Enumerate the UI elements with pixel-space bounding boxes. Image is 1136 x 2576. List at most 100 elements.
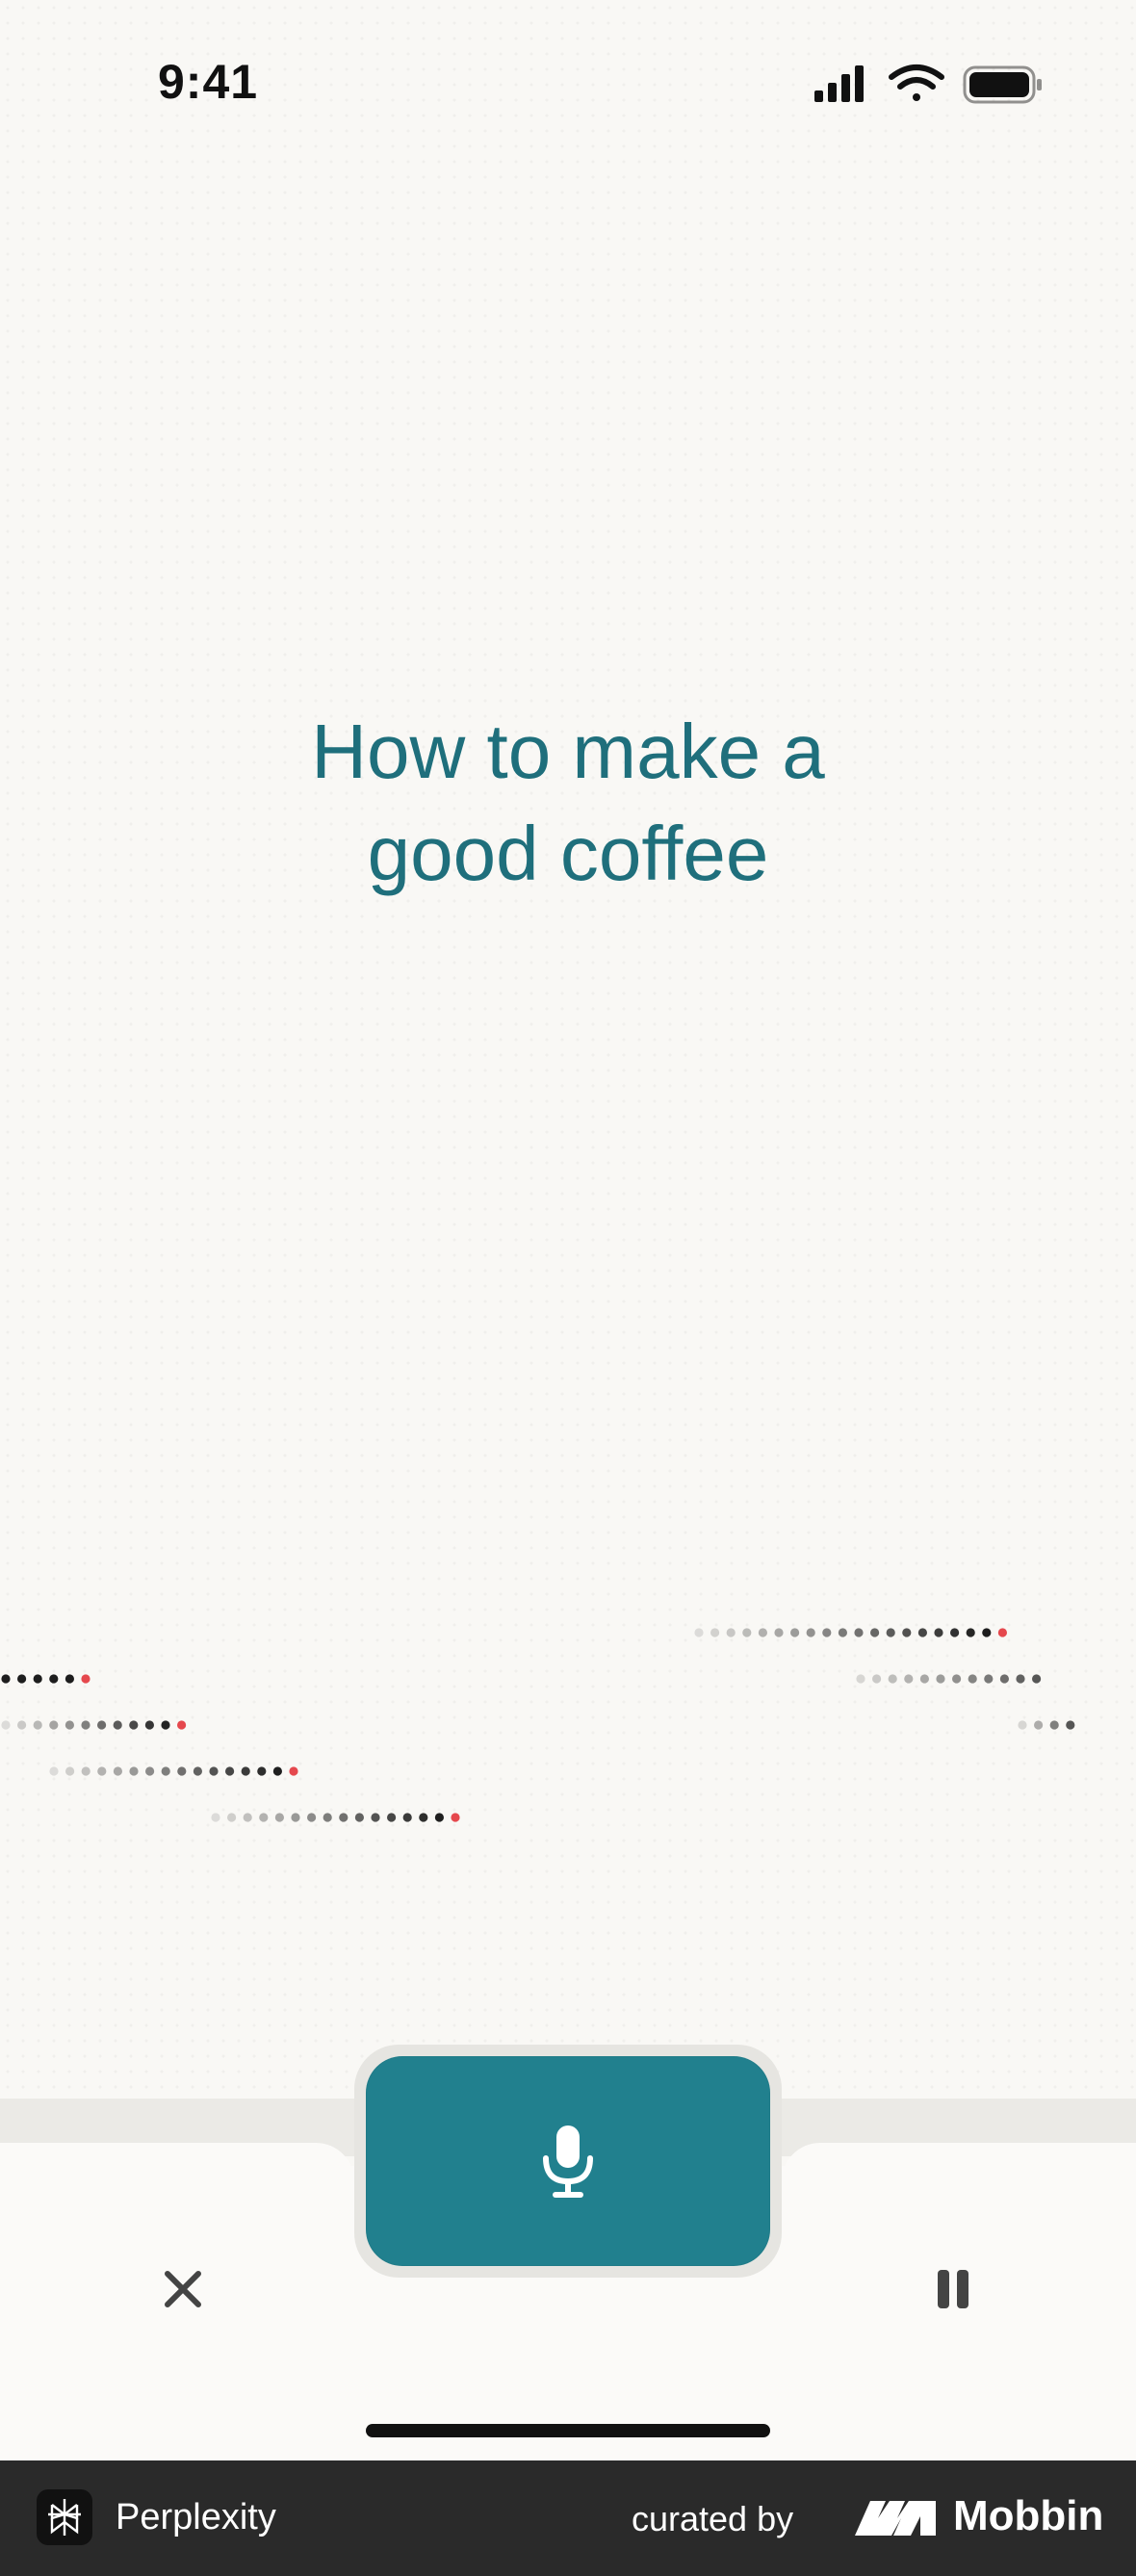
battery-icon (963, 65, 1042, 104)
waveform-dot (177, 1766, 187, 1776)
waveform-dot (65, 1720, 74, 1730)
waveform-dot (323, 1813, 332, 1822)
waveform-dot (886, 1628, 895, 1637)
waveform-dot (870, 1628, 880, 1637)
mobbin-logo-icon (855, 2501, 936, 2536)
waveform-dot (97, 1766, 107, 1776)
microphone-icon (543, 2125, 593, 2198)
waveform-dot (65, 1766, 75, 1776)
query-line-1: How to make a (311, 708, 825, 794)
waveform-dot (854, 1628, 864, 1637)
waveform-dot (919, 1674, 930, 1684)
waveform-dot (161, 1766, 170, 1776)
waveform-dot (872, 1674, 882, 1684)
waveform-dot (984, 1674, 994, 1684)
waveform-highlight-dot (997, 1628, 1007, 1637)
waveform-dot (950, 1628, 960, 1637)
waveform-dot (33, 1674, 42, 1684)
waveform-dot (17, 1674, 27, 1684)
waveform-dot (774, 1628, 784, 1637)
waveform-dot (1066, 1720, 1075, 1730)
waveform-dot (225, 1766, 235, 1776)
waveform-dot (387, 1813, 397, 1822)
waveform-dot (145, 1766, 155, 1776)
tray-tab-left (0, 2143, 354, 2239)
waveform-dot (999, 1674, 1009, 1684)
footer-app-name: Perplexity (116, 2497, 276, 2537)
waveform-dot (1049, 1720, 1059, 1730)
waveform-dot (1016, 1674, 1025, 1684)
waveform-dot (917, 1628, 928, 1637)
pause-icon (938, 2270, 968, 2308)
waveform-dot (952, 1674, 962, 1684)
waveform-dot (209, 1766, 219, 1776)
waveform-dot (419, 1813, 428, 1822)
waveform-dot (726, 1628, 736, 1637)
waveform-dot (291, 1813, 300, 1822)
waveform-dot (758, 1628, 768, 1637)
waveform-dot (49, 1766, 59, 1776)
home-indicator (366, 2424, 770, 2437)
waveform-dot (1034, 1720, 1044, 1730)
audio-waveform (1, 1628, 1075, 1822)
waveform-dot (97, 1720, 107, 1730)
waveform-dot (354, 1813, 364, 1822)
waveform-dot (838, 1628, 848, 1637)
waveform-dot (856, 1674, 865, 1684)
waveform-dot (81, 1766, 90, 1776)
waveform-dot (129, 1766, 139, 1776)
waveform-dot (371, 1813, 380, 1822)
query-text: How to make a good coffee (135, 701, 1001, 905)
waveform-dot (1032, 1674, 1042, 1684)
waveform-highlight-dot (451, 1813, 460, 1822)
waveform-dot (936, 1674, 945, 1684)
waveform-dot (742, 1628, 752, 1637)
waveform-dot (1, 1674, 11, 1684)
waveform-highlight-dot (177, 1720, 187, 1730)
waveform-dot (17, 1720, 27, 1730)
waveform-dot (1, 1720, 11, 1730)
waveform-dot (1018, 1720, 1027, 1730)
waveform-dot (822, 1628, 832, 1637)
waveform-dot (161, 1720, 170, 1730)
waveform-dot (888, 1674, 897, 1684)
waveform-dot (49, 1674, 59, 1684)
footer-curated-by: curated by (632, 2499, 794, 2538)
tray-tab-right (782, 2143, 1136, 2239)
waveform-dot (144, 1720, 154, 1730)
waveform-dot (81, 1720, 90, 1730)
waveform-highlight-dot (81, 1674, 90, 1684)
waveform-dot (274, 1813, 284, 1822)
waveform-dot (113, 1720, 122, 1730)
waveform-dot (968, 1674, 977, 1684)
wifi-icon (889, 64, 944, 101)
close-icon (165, 2271, 201, 2307)
waveform-dot (934, 1628, 943, 1637)
waveform-dot (307, 1813, 317, 1822)
waveform-dot (966, 1628, 975, 1637)
waveform-dot (902, 1628, 912, 1637)
waveform-dot (227, 1813, 237, 1822)
waveform-dot (113, 1766, 122, 1776)
waveform-dot (241, 1766, 250, 1776)
query-line-2: good coffee (367, 811, 769, 896)
waveform-dot (982, 1628, 992, 1637)
waveform-highlight-dot (289, 1766, 298, 1776)
close-button[interactable] (154, 2260, 212, 2318)
waveform-dot (272, 1766, 282, 1776)
waveform-dot (243, 1813, 252, 1822)
pause-button[interactable] (924, 2260, 982, 2318)
waveform-dot (904, 1674, 914, 1684)
waveform-dot (790, 1628, 800, 1637)
perplexity-logo-icon (37, 2489, 92, 2545)
footer-brand: Mobbin (953, 2492, 1104, 2539)
waveform-dot (49, 1720, 59, 1730)
waveform-dot (402, 1813, 412, 1822)
waveform-dot (211, 1813, 220, 1822)
status-time: 9:41 (158, 55, 259, 109)
waveform-dot (434, 1813, 444, 1822)
cellular-signal-icon (814, 65, 864, 102)
footer-bar: Perplexity curated by Mobbin (0, 2460, 1136, 2576)
status-icons (814, 64, 1042, 104)
waveform-dot (339, 1813, 349, 1822)
